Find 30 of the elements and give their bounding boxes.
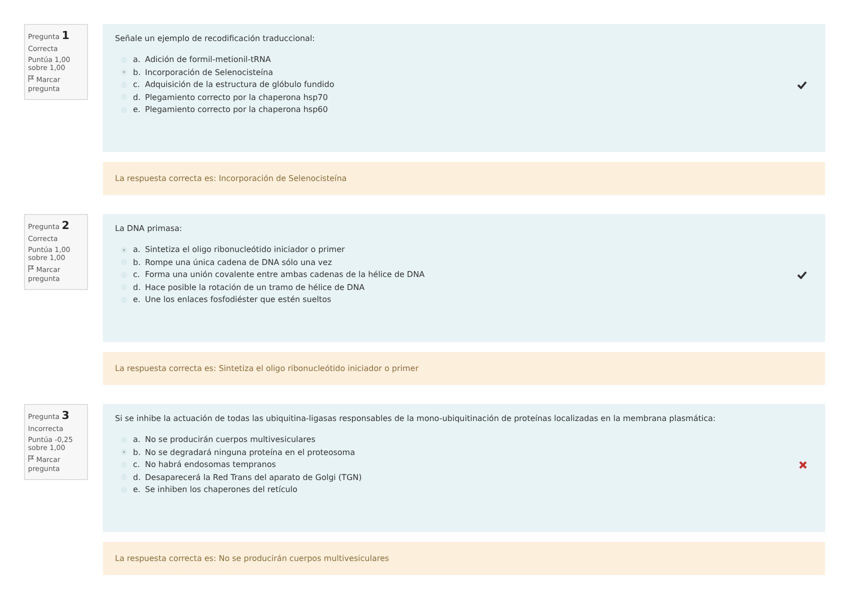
answer-option[interactable]: b. Incorporación de Selenocisteína [121,68,797,76]
answer-option[interactable]: e. Plegamiento correcto por la chaperona hsp60 [121,105,797,114]
correct-answer-feedback: La respuesta correcta es: Sintetiza el oligo ribonucleótido iniciador o primer [103,352,825,385]
correct-answer-feedback: La respuesta correcta es: No se producirán cuerpos multivesiculares [103,542,825,575]
radio-button[interactable] [121,449,127,455]
answer-option[interactable]: d. Plegamiento correcto por la chaperona hsp70 [121,92,797,102]
answer-option[interactable]: a. Sintetiza el oligo ribonucleótido iniciador o primer [121,245,797,254]
cross-icon [799,460,807,468]
answer-option[interactable]: d. Hace posible la rotación de un tramo de hélice de DNA [121,282,797,292]
radio-button[interactable] [121,69,127,75]
check-icon [797,80,807,88]
answer-option[interactable]: d. Desaparecerá la Red Trans del aparato de Golgi (TGN) [121,472,799,482]
check-icon [797,270,807,278]
answer-option[interactable]: b. Rompe una única cadena de DNA sólo una vez [121,258,797,266]
question-text: Señale un ejemplo de recodificación traduccional: [115,34,316,43]
radio-button[interactable] [121,246,127,252]
answer-option[interactable]: a. Adición de formil-metionil-tRNA [121,55,797,64]
answer-option[interactable]: c. No habrá endosomas tempranos [121,460,799,469]
flag-icon [28,455,34,462]
answer-option[interactable]: c. Adquisición de la estructura de glóbulo fundido [121,80,797,89]
correct-answer-feedback: La respuesta correcta es: Incorporación de Selenocisteína [103,162,825,195]
answer-option[interactable]: e. Se inhiben los chaperones del retículo [121,485,799,494]
flag-icon [28,265,34,272]
answer-option[interactable]: b. No se degradará ninguna proteína en el proteosoma [121,448,799,456]
answer-option[interactable]: a. No se producirán cuerpos multivesiculares [121,435,799,444]
answer-option[interactable]: e. Une los enlaces fosfodiéster que estén sueltos [121,295,797,304]
question-text: La DNA primasa: [115,224,184,233]
question-text: Si se inhibe la actuación de todas las ubiquitina-ligasas responsables de la mono-ubiquitinación de proteínas localizadas en la membrana plasmática: [115,414,717,423]
answer-option[interactable]: c. Forma una unión covalente entre ambas cadenas de la hélice de DNA [121,270,797,279]
flag-icon [28,75,34,82]
